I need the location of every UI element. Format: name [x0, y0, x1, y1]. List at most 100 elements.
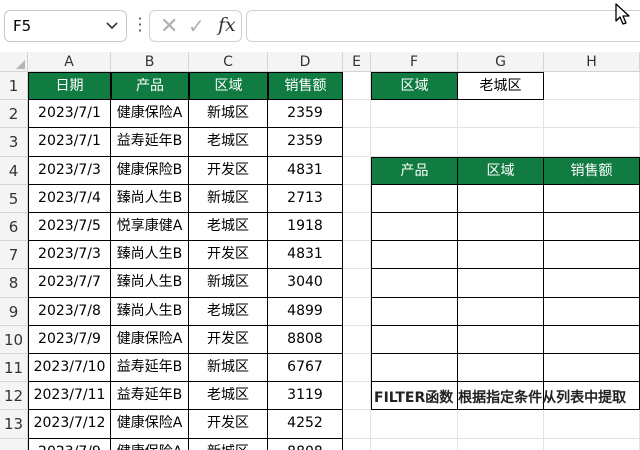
table-cell[interactable]: 8808 [268, 438, 343, 450]
table-cell[interactable]: 2713 [268, 184, 343, 213]
formula-input[interactable] [246, 10, 640, 42]
row-header-10[interactable]: 10 [0, 325, 28, 354]
table-cell[interactable]: 新城区 [189, 354, 268, 383]
row-header-6[interactable]: 6 [0, 213, 28, 242]
row-header-4[interactable]: 4 [0, 156, 28, 185]
table-cell[interactable]: 臻尚人生B [111, 184, 189, 213]
table-cell[interactable]: 3119 [268, 382, 343, 411]
table-cell[interactable]: 老城区 [189, 213, 268, 242]
more-options-icon[interactable]: · · · [136, 11, 144, 39]
table-cell[interactable]: 4899 [268, 297, 343, 326]
table-cell[interactable]: 2359 [268, 100, 343, 129]
result-cell[interactable] [544, 184, 640, 213]
result-cell[interactable] [371, 269, 458, 298]
result-cell[interactable] [371, 241, 458, 270]
result-cell[interactable] [371, 354, 458, 383]
row-header-9[interactable]: 9 [0, 297, 28, 326]
column-header-f[interactable]: F [371, 52, 458, 72]
result-cell[interactable] [544, 325, 640, 354]
result-cell[interactable] [544, 241, 640, 270]
table-cell[interactable]: 2023/7/3 [28, 156, 111, 185]
table-cell[interactable]: 健康保险A [111, 410, 189, 439]
table-cell[interactable]: 老城区 [189, 382, 268, 411]
table-header-cell[interactable]: 区域 [189, 72, 268, 101]
row-header-1[interactable]: 1 [0, 72, 28, 101]
table-cell[interactable]: 老城区 [189, 128, 268, 157]
table-cell[interactable]: 1918 [268, 213, 343, 242]
result-cell[interactable] [544, 354, 640, 383]
chevron-down-icon[interactable] [106, 16, 118, 40]
table-cell[interactable]: 2023/7/9 [28, 438, 111, 450]
row-header-3[interactable]: 3 [0, 128, 28, 157]
table-cell[interactable]: 新城区 [189, 184, 268, 213]
table-cell[interactable]: 2359 [268, 128, 343, 157]
select-all-corner[interactable] [0, 52, 28, 72]
table-cell[interactable]: 2023/7/12 [28, 410, 111, 439]
table-cell[interactable]: 2023/7/8 [28, 297, 111, 326]
criteria-label-cell[interactable]: 区域 [371, 72, 458, 101]
table-cell[interactable]: 6767 [268, 354, 343, 383]
row-header-12[interactable]: 12 [0, 382, 28, 411]
insert-function-icon[interactable]: fx [218, 14, 236, 36]
table-cell[interactable]: 新城区 [189, 269, 268, 298]
table-cell[interactable]: 开发区 [189, 325, 268, 354]
table-header-cell[interactable]: 日期 [28, 72, 111, 101]
table-cell[interactable]: 新城区 [189, 100, 268, 129]
table-cell[interactable]: 2023/7/3 [28, 241, 111, 270]
table-header-cell[interactable]: 产品 [111, 72, 189, 101]
column-header-b[interactable]: B [111, 52, 189, 72]
table-cell[interactable]: 8808 [268, 325, 343, 354]
column-header-g[interactable]: G [458, 52, 544, 72]
table-cell[interactable]: 健康保险A [111, 325, 189, 354]
column-header-e[interactable]: E [343, 52, 371, 72]
enter-icon[interactable]: ✓ [188, 14, 205, 38]
result-cell[interactable] [544, 297, 640, 326]
result-cell[interactable] [458, 241, 544, 270]
result-cell[interactable] [458, 325, 544, 354]
table-cell[interactable]: 开发区 [189, 241, 268, 270]
column-header-h[interactable]: H [544, 52, 640, 72]
result-header-cell[interactable]: 销售额 [544, 156, 640, 185]
table-cell[interactable]: 健康保险A [111, 438, 189, 450]
result-cell[interactable] [371, 325, 458, 354]
result-cell[interactable] [371, 297, 458, 326]
table-cell[interactable]: 3040 [268, 269, 343, 298]
table-cell[interactable]: 臻尚人生B [111, 269, 189, 298]
table-cell[interactable]: 2023/7/11 [28, 382, 111, 411]
table-cell[interactable]: 益寿延年B [111, 128, 189, 157]
column-header-c[interactable]: C [189, 52, 268, 72]
result-cell[interactable] [458, 269, 544, 298]
table-cell[interactable]: 2023/7/7 [28, 269, 111, 298]
table-cell[interactable]: 健康保险A [111, 100, 189, 129]
result-cell[interactable] [371, 213, 458, 242]
row-header-11[interactable]: 11 [0, 354, 28, 383]
name-box[interactable]: F5 [4, 10, 127, 42]
result-cell[interactable] [458, 354, 544, 383]
row-header-partial[interactable] [0, 438, 28, 450]
table-cell[interactable]: 开发区 [189, 410, 268, 439]
criteria-value-cell[interactable]: 老城区 [458, 72, 544, 101]
cancel-icon[interactable]: ✕ [160, 14, 178, 39]
column-header-a[interactable]: A [28, 52, 111, 72]
table-cell[interactable]: 臻尚人生B [111, 241, 189, 270]
table-cell[interactable]: 2023/7/1 [28, 100, 111, 129]
result-cell[interactable] [371, 184, 458, 213]
result-header-cell[interactable]: 区域 [458, 156, 544, 185]
table-cell[interactable]: 4831 [268, 156, 343, 185]
table-cell[interactable]: 2023/7/5 [28, 213, 111, 242]
row-header-2[interactable]: 2 [0, 100, 28, 129]
table-cell[interactable]: 老城区 [189, 297, 268, 326]
row-header-5[interactable]: 5 [0, 184, 28, 213]
table-cell[interactable]: 2023/7/10 [28, 354, 111, 383]
row-header-8[interactable]: 8 [0, 269, 28, 298]
table-cell[interactable]: 开发区 [189, 156, 268, 185]
table-cell[interactable]: 4831 [268, 241, 343, 270]
table-cell[interactable]: 新城区 [189, 438, 268, 450]
table-cell[interactable]: 2023/7/1 [28, 128, 111, 157]
table-cell[interactable]: 益寿延年B [111, 354, 189, 383]
result-cell[interactable] [458, 297, 544, 326]
table-header-cell[interactable]: 销售额 [268, 72, 343, 101]
table-cell[interactable]: 健康保险B [111, 156, 189, 185]
table-cell[interactable]: 2023/7/9 [28, 325, 111, 354]
result-cell[interactable] [458, 213, 544, 242]
